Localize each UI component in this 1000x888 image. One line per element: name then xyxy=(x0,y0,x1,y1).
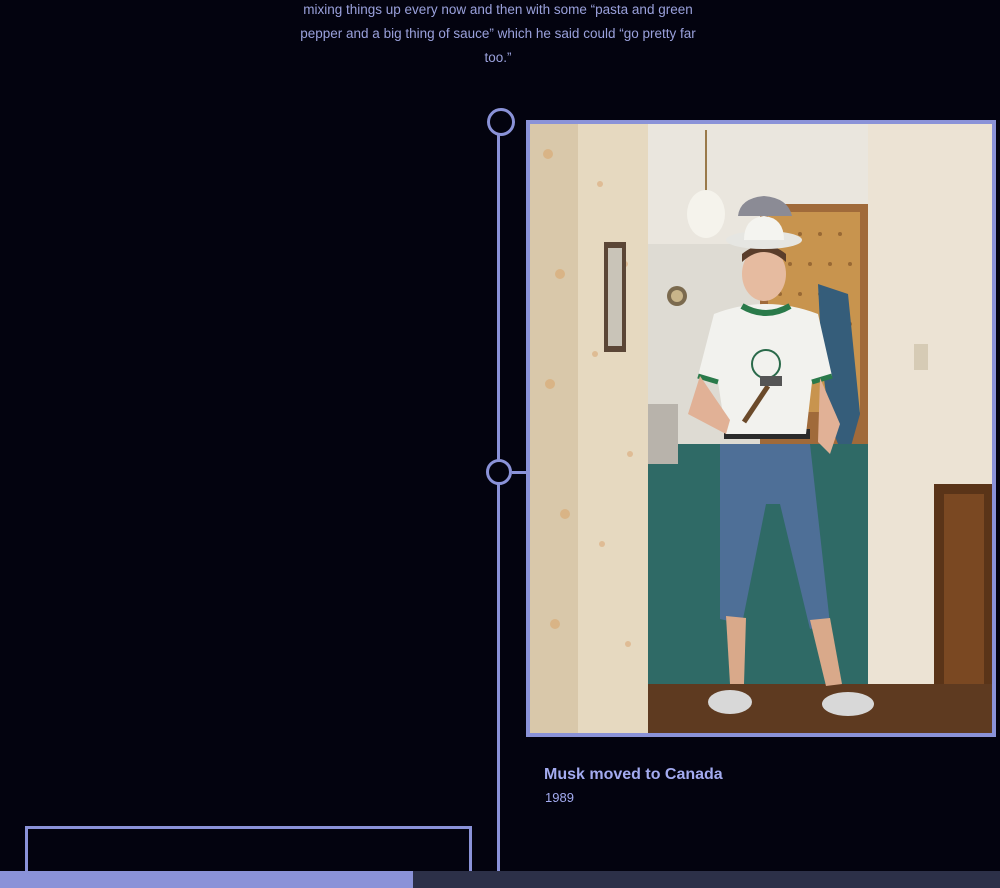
intro-paragraph: mixing things up every now and then with… xyxy=(300,2,696,65)
photo-young-man-icon xyxy=(530,124,992,733)
timeline-node-top[interactable] xyxy=(487,108,515,136)
timeline-photo[interactable] xyxy=(526,120,996,737)
timeline-entry-title: Musk moved to Canada xyxy=(544,766,723,783)
reading-progress-bar xyxy=(0,871,1000,888)
timeline-entry-year: 1989 xyxy=(545,790,574,805)
timeline-node-active[interactable] xyxy=(486,459,512,485)
timeline-line xyxy=(497,134,500,874)
reading-progress-fill xyxy=(0,871,413,888)
